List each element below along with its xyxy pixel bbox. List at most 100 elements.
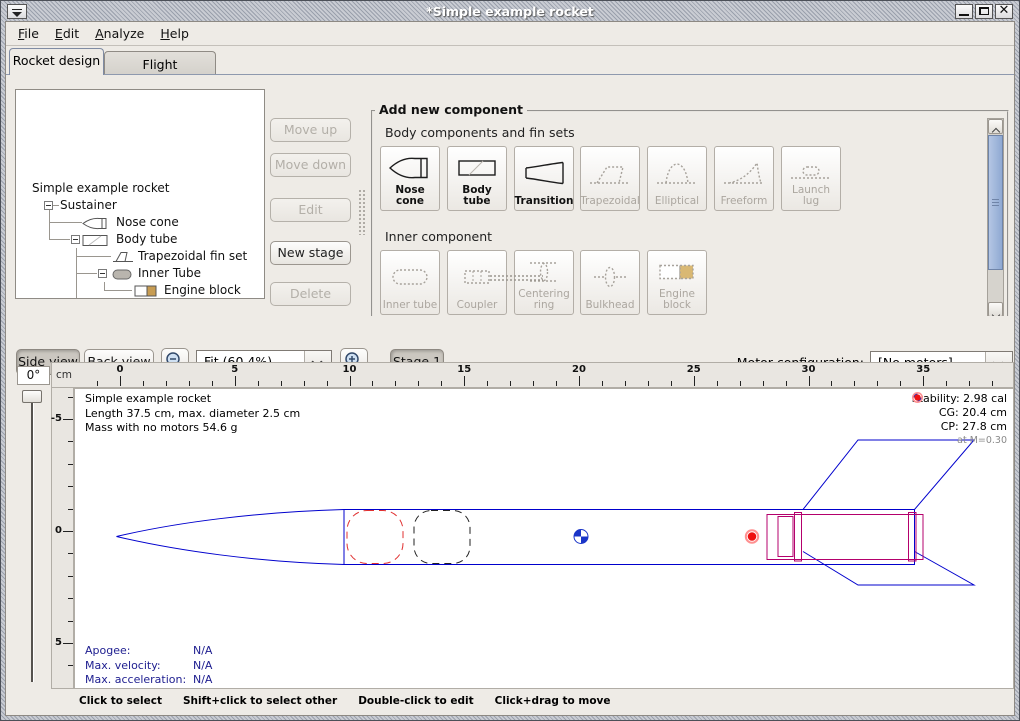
add-component-panel: Body components and fin sets Nose cone B… (371, 110, 1009, 323)
vertical-splitter-grip[interactable] (358, 189, 365, 235)
ruler-tick (854, 381, 855, 386)
ruler-tick (68, 397, 73, 398)
add-transition-button[interactable]: Transition (514, 146, 574, 211)
ruler-tick (923, 376, 924, 386)
new-stage-button[interactable]: New stage (270, 241, 351, 265)
ruler-tick (786, 381, 787, 386)
tree-expander[interactable] (71, 235, 80, 244)
menu-help[interactable]: Help (160, 26, 189, 41)
status-hint: Shift+click to select other (183, 695, 337, 707)
ruler-tick (189, 381, 190, 386)
body-components-label: Body components and fin sets (385, 125, 575, 140)
nose-cone-outline[interactable] (117, 510, 345, 565)
move-down-button[interactable]: Move down (270, 153, 351, 177)
ruler-number: 15 (457, 364, 471, 375)
fin-bottom-outline[interactable] (803, 552, 974, 586)
tree-item-stage[interactable]: Sustainer (60, 197, 117, 214)
maximize-icon (979, 7, 989, 15)
tree-expander[interactable] (44, 201, 53, 210)
cg-marker[interactable] (574, 530, 588, 544)
ruler-unit-label: cm (53, 364, 75, 387)
centering-ring-outline[interactable] (795, 513, 802, 562)
rotation-slider-handle[interactable] (22, 390, 42, 403)
menu-edit[interactable]: Edit (55, 26, 79, 41)
ruler-tick (63, 419, 73, 420)
tree-item-engine-block[interactable]: Engine block (164, 282, 241, 299)
ruler-number: 10 (343, 364, 357, 375)
tab-rocket-design[interactable]: Rocket design (9, 48, 104, 75)
tree-connector (76, 256, 111, 257)
component-panel-scrollbar[interactable] (987, 118, 1004, 318)
add-trapezoidal-fin-button[interactable]: Trapezoidal (580, 146, 640, 211)
tree-item-rocket[interactable]: Simple example rocket (32, 180, 169, 197)
delete-button[interactable]: Delete (270, 282, 351, 306)
window-title: *Simple example rocket (2, 4, 1018, 19)
menu-analyze[interactable]: Analyze (95, 26, 144, 41)
body-tube-icon (82, 234, 108, 247)
scrollbar-thumb[interactable] (988, 135, 1003, 270)
ruler-number: 30 (802, 364, 816, 375)
inner-tube-icon (112, 269, 132, 280)
ruler-tick (969, 381, 970, 386)
component-tree[interactable]: Simple example rocket Sustainer Nose con… (15, 89, 265, 299)
close-button[interactable]: ✕ (995, 4, 1013, 19)
ruler-tick (648, 381, 649, 386)
tree-item-body-tube[interactable]: Body tube (116, 231, 177, 248)
max-acceleration-value: N/A (193, 673, 212, 686)
application-window: *Simple example rocket ✕ File Edit Analy… (0, 0, 1020, 721)
add-launch-lug-button[interactable]: Launch lug (781, 146, 841, 211)
scroll-up-button[interactable] (988, 119, 1003, 134)
add-coupler-button[interactable]: Coupler (447, 250, 507, 315)
ruler-tick (212, 381, 213, 386)
tab-flight-simulations[interactable]: Flight simulations (104, 51, 216, 75)
centering-ring-icon (521, 254, 567, 289)
tree-item-fin-set[interactable]: Trapezoidal fin set (138, 248, 247, 265)
ruler-number: 35 (916, 364, 930, 375)
ruler-tick (372, 381, 373, 386)
tree-connector (104, 290, 132, 291)
menu-file[interactable]: File (18, 26, 39, 41)
ruler-tick (68, 486, 73, 487)
mach-condition: at M=0.30 (912, 434, 1007, 448)
ruler-tick (327, 381, 328, 386)
add-elliptical-fin-button[interactable]: Elliptical (647, 146, 707, 211)
horizontal-splitter-grip[interactable] (489, 274, 543, 282)
ruler-tick (120, 376, 121, 386)
tree-item-nose-cone[interactable]: Nose cone (116, 214, 179, 231)
add-freeform-fin-button[interactable]: Freeform (714, 146, 774, 211)
ruler-tick (63, 643, 73, 644)
engine-block-outline[interactable] (778, 517, 793, 557)
add-nose-cone-button[interactable]: Nose cone (380, 146, 440, 211)
nose-cone-icon (82, 217, 108, 230)
inner-component-label: Inner component (385, 229, 492, 244)
maximize-button[interactable] (975, 4, 993, 19)
add-engine-block-button[interactable]: Engine block (647, 250, 707, 315)
ruler-tick (235, 376, 236, 386)
parachute-outline[interactable] (347, 511, 403, 564)
title-bar[interactable]: *Simple example rocket ✕ (2, 2, 1018, 21)
tree-expander[interactable] (98, 269, 107, 278)
inner-tube-outline[interactable] (767, 515, 923, 560)
tree-item-inner-tube[interactable]: Inner Tube (138, 265, 201, 282)
fin-top-outline[interactable] (803, 440, 974, 510)
scroll-down-button[interactable] (988, 302, 1003, 317)
rocket-canvas[interactable]: Simple example rocketLength 37.5 cm, max… (74, 388, 1014, 689)
ruler-tick (809, 376, 810, 386)
ruler-number: -5 (51, 413, 62, 424)
add-inner-tube-button[interactable]: Inner tube (380, 250, 440, 315)
ruler-tick (68, 665, 73, 666)
body-tube-outline[interactable] (344, 510, 915, 565)
flight-data: Apogee:N/A Max. velocity:N/A Max. accele… (85, 644, 212, 688)
add-bulkhead-button[interactable]: Bulkhead (580, 250, 640, 315)
move-up-button[interactable]: Move up (270, 118, 351, 142)
edit-button[interactable]: Edit (270, 198, 351, 222)
view-pane: Side view Back view Fit (60.4%) Stage 1 … (6, 316, 1014, 715)
mass-component-outline[interactable] (414, 511, 470, 564)
ruler-tick (68, 553, 73, 554)
add-body-tube-button[interactable]: Body tube (447, 146, 507, 211)
add-centering-ring-button[interactable]: Centering ring (514, 250, 574, 315)
rotation-slider-track[interactable] (31, 402, 34, 682)
minimize-button[interactable] (955, 4, 973, 19)
ruler-tick (166, 381, 167, 386)
cp-marker[interactable] (746, 530, 758, 542)
